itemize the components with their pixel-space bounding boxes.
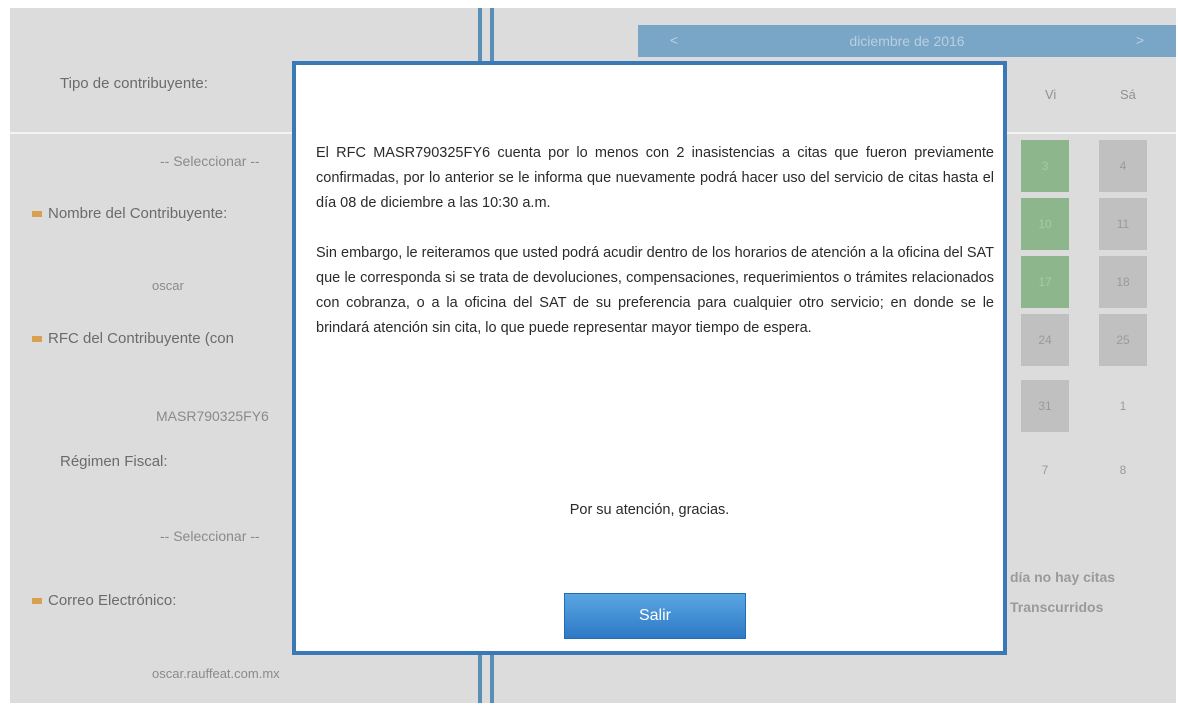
nombre-contribuyente-label: Nombre del Contribuyente: (32, 205, 227, 222)
day-of-week-header: Vi (1045, 87, 1057, 102)
calendar-day: 31 (1021, 380, 1069, 432)
correo-electronico-input[interactable]: oscar.rauffeat.com.mx (152, 666, 280, 681)
calendar-day: 24 (1021, 314, 1069, 366)
calendar-header: < diciembre de 2016 > (638, 25, 1176, 57)
required-bullet-icon (32, 211, 42, 218)
calendar-note: Transcurridos (1010, 599, 1104, 615)
rfc-contribuyente-label: RFC del Contribuyente (con (32, 330, 234, 347)
calendar-day: 25 (1099, 314, 1147, 366)
modal-message: El RFC MASR790325FY6 cuenta por lo menos… (316, 141, 994, 366)
modal-thanks: Por su atención, gracias. (569, 502, 730, 518)
calendar-note: día no hay citas (1010, 569, 1116, 585)
required-bullet-icon (32, 336, 42, 343)
day-of-week-header: Sá (1120, 87, 1136, 102)
regimen-fiscal-label: Régimen Fiscal: (60, 453, 168, 470)
calendar-day[interactable]: 17 (1021, 256, 1069, 308)
calendar-next-button[interactable]: > (1136, 32, 1144, 48)
nombre-contribuyente-input[interactable]: oscar (152, 278, 184, 293)
calendar-day[interactable]: 10 (1021, 198, 1069, 250)
calendar-day: 18 (1099, 256, 1147, 308)
calendar-day: 7 (1041, 463, 1049, 477)
notice-modal: El RFC MASR790325FY6 cuenta por lo menos… (292, 61, 1007, 655)
calendar-day: 1 (1119, 399, 1127, 413)
regimen-fiscal-select[interactable]: -- Seleccionar -- (160, 528, 260, 544)
calendar-day: 4 (1099, 140, 1147, 192)
correo-electronico-label: Correo Electrónico: (32, 592, 176, 609)
exit-button[interactable]: Salir (564, 593, 746, 639)
calendar-day: 11 (1099, 198, 1147, 250)
calendar-day[interactable]: 3 (1021, 140, 1069, 192)
background-page: Tipo de contribuyente: -- Seleccionar --… (10, 8, 1176, 703)
calendar-month-title: diciembre de 2016 (849, 33, 965, 49)
calendar-day: 8 (1119, 463, 1127, 477)
modal-paragraph: El RFC MASR790325FY6 cuenta por lo menos… (316, 145, 994, 211)
tipo-contribuyente-select[interactable]: -- Seleccionar -- (160, 153, 260, 169)
rfc-contribuyente-input[interactable]: MASR790325FY6 (156, 408, 269, 424)
modal-paragraph: Sin embargo, le reiteramos que usted pod… (316, 245, 994, 336)
required-bullet-icon (32, 598, 42, 605)
tipo-contribuyente-label: Tipo de contribuyente: (60, 75, 208, 92)
